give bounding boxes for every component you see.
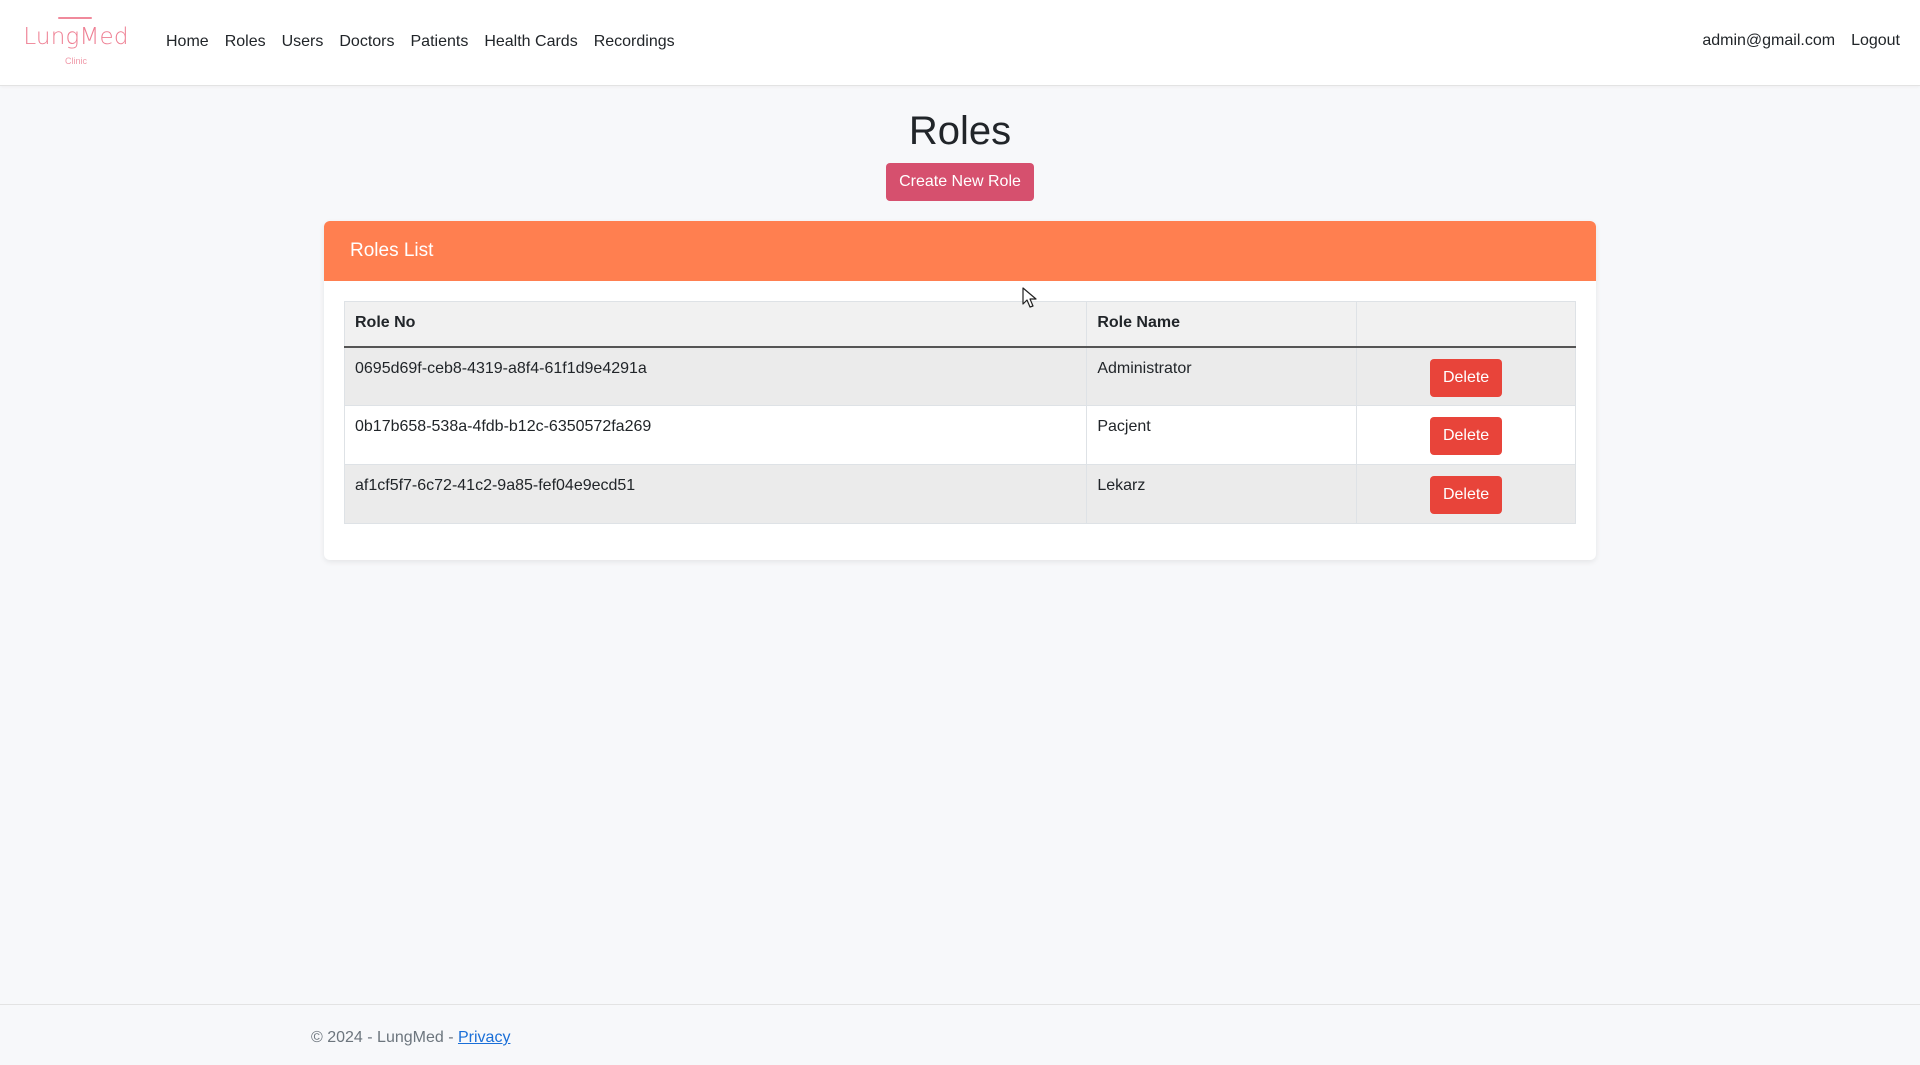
column-header-role-no: Role No: [343, 301, 1088, 348]
delete-role-button[interactable]: Delete: [1430, 358, 1503, 397]
delete-role-button[interactable]: Delete: [1430, 417, 1503, 455]
delete-role-button[interactable]: Delete: [1430, 476, 1503, 514]
role-name-cell: Administrator: [1086, 346, 1358, 406]
action-cell: Delete: [1356, 346, 1576, 406]
role-name-cell: Pacjent: [1086, 405, 1358, 465]
main-nav-links: Home Roles Users Doctors Patients Health…: [158, 30, 683, 54]
table-row: 0b17b658-538a-4fdb-b12c-6350572fa269 Pac…: [343, 405, 1576, 465]
page-title: Roles: [908, 109, 1012, 153]
nav-link-doctors[interactable]: Doctors: [331, 30, 402, 54]
user-nav: admin@gmail.com Logout: [1694, 29, 1908, 53]
nav-link-health-cards[interactable]: Health Cards: [476, 30, 585, 54]
copyright-text: © 2024 - LungMed -: [311, 1029, 458, 1046]
user-email-link[interactable]: admin@gmail.com: [1694, 29, 1843, 53]
nav-link-roles[interactable]: Roles: [217, 30, 274, 54]
action-cell: Delete: [1356, 405, 1576, 465]
roles-list-card: Roles List Role No Role Name 0695d69f-ce…: [324, 221, 1596, 560]
logout-link[interactable]: Logout: [1843, 29, 1908, 53]
roles-list-header: Roles List: [324, 221, 1596, 281]
create-new-role-button[interactable]: Create New Role: [886, 163, 1034, 201]
roles-table: Role No Role Name 0695d69f-ceb8-4319-a8f…: [343, 301, 1576, 524]
column-header-actions: [1356, 301, 1576, 348]
privacy-link[interactable]: Privacy: [458, 1029, 510, 1046]
nav-link-patients[interactable]: Patients: [403, 30, 477, 54]
table-header-row: Role No Role Name: [343, 301, 1576, 348]
top-navbar: LungMed Clinic Home Roles Users Doctors …: [0, 0, 1920, 86]
nav-link-recordings[interactable]: Recordings: [586, 30, 683, 54]
brand-name: LungMed: [23, 24, 129, 50]
column-header-role-name: Role Name: [1086, 301, 1358, 348]
footer-text: © 2024 - LungMed - Privacy: [311, 1026, 510, 1050]
page-footer: © 2024 - LungMed - Privacy: [0, 1004, 1920, 1065]
table-row: af1cf5f7-6c72-41c2-9a85-fef04e9ecd51 Lek…: [343, 464, 1576, 524]
brand-subtitle: Clinic: [64, 56, 87, 66]
nav-link-home[interactable]: Home: [158, 30, 217, 54]
table-row: 0695d69f-ceb8-4319-a8f4-61f1d9e4291a Adm…: [343, 346, 1576, 406]
nav-link-users[interactable]: Users: [274, 30, 332, 54]
role-id-cell: 0695d69f-ceb8-4319-a8f4-61f1d9e4291a: [343, 346, 1088, 406]
role-name-cell: Lekarz: [1086, 464, 1358, 524]
brand-logo-link[interactable]: LungMed Clinic: [18, 16, 134, 70]
role-id-cell: 0b17b658-538a-4fdb-b12c-6350572fa269: [343, 405, 1088, 465]
role-id-cell: af1cf5f7-6c72-41c2-9a85-fef04e9ecd51: [343, 464, 1088, 524]
brand-accent-line: [58, 17, 92, 19]
mouse-pointer-icon: [1022, 287, 1037, 308]
action-cell: Delete: [1356, 464, 1576, 524]
